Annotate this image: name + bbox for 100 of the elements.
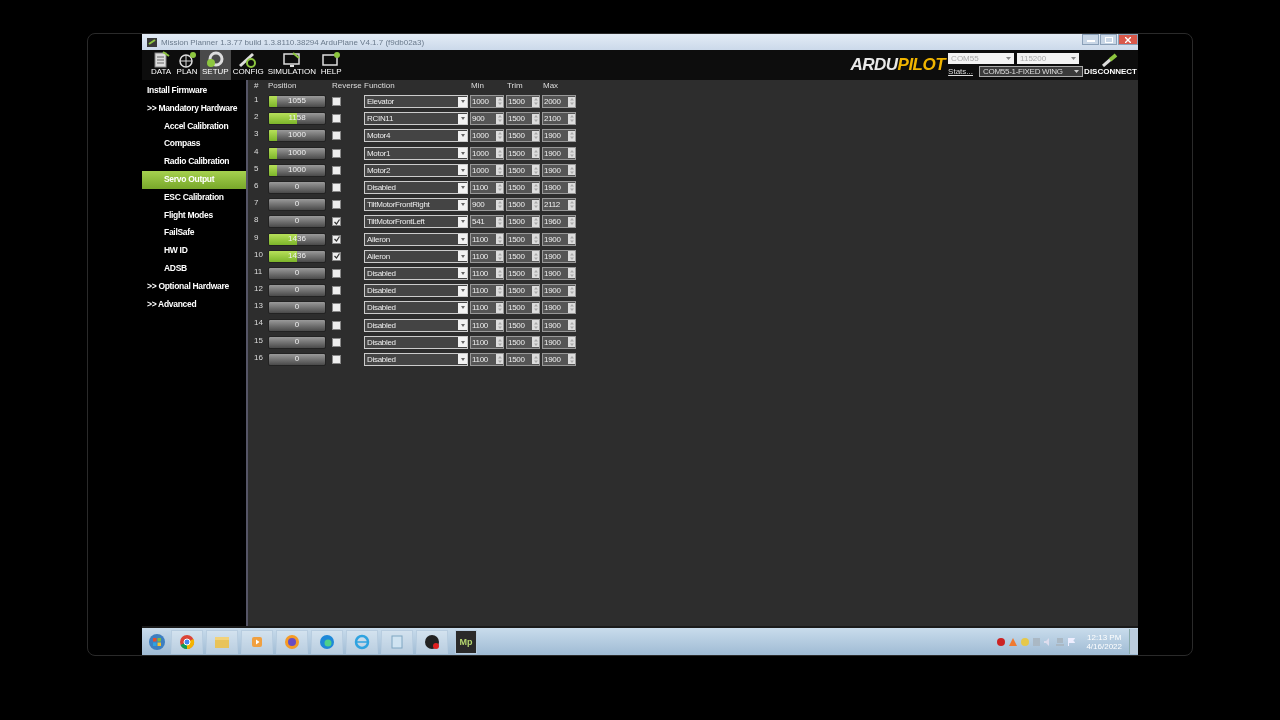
reverse-checkbox[interactable] [332,354,341,364]
reverse-checkbox[interactable] [332,320,341,330]
reverse-checkbox[interactable] [332,268,341,278]
function-dropdown[interactable]: RCIN11 [364,112,468,126]
toolbar-button[interactable]: DATA [148,50,174,80]
taskbar-app-button[interactable] [416,629,448,654]
function-dropdown[interactable]: TiltMotorFrontLeft [364,215,468,229]
max-spinner[interactable]: 2100 [542,112,576,126]
sidebar-item[interactable]: ESC Calibration [142,188,246,207]
min-spinner[interactable]: 1000 [470,163,504,177]
min-spinner[interactable]: 1100 [470,249,504,263]
reverse-checkbox[interactable] [332,337,341,347]
reverse-checkbox[interactable] [332,286,341,296]
min-spinner[interactable]: 1100 [470,352,504,366]
function-dropdown[interactable]: Motor1 [364,146,468,160]
reverse-checkbox[interactable] [332,148,341,158]
toolbar-button[interactable]: SETUP [200,50,231,80]
sidebar-item[interactable]: >> Mandatory Hardware [142,99,246,118]
min-spinner[interactable]: 1100 [470,266,504,280]
max-spinner[interactable]: 1900 [542,352,576,366]
min-spinner[interactable]: 541 [470,215,504,229]
toolbar-button[interactable]: SIMULATION [265,50,319,80]
reverse-checkbox[interactable] [332,234,341,244]
max-spinner[interactable]: 1900 [542,146,576,160]
sidebar-item[interactable]: ADSB [142,259,246,278]
max-spinner[interactable]: 2112 [542,198,576,212]
max-spinner[interactable]: 1900 [542,129,576,143]
min-spinner[interactable]: 1100 [470,232,504,246]
max-spinner[interactable]: 2000 [542,95,576,109]
reverse-checkbox[interactable] [332,97,341,107]
function-dropdown[interactable]: Aileron [364,232,468,246]
trim-spinner[interactable]: 1500 [506,95,540,109]
sidebar-item[interactable]: Radio Calibration [142,153,246,171]
sidebar-item[interactable]: Flight Modes [142,206,246,225]
function-dropdown[interactable]: Disabled [364,181,468,195]
sidebar-item[interactable]: >> Optional Hardware [142,277,246,296]
min-spinner[interactable]: 900 [470,112,504,126]
function-dropdown[interactable]: Disabled [364,284,468,298]
max-spinner[interactable]: 1900 [542,232,576,246]
function-dropdown[interactable]: Disabled [364,266,468,280]
function-dropdown[interactable]: Disabled [364,352,468,366]
reverse-checkbox[interactable] [332,303,341,313]
reverse-checkbox[interactable] [332,200,341,210]
trim-spinner[interactable]: 1500 [506,266,540,280]
function-dropdown[interactable]: Disabled [364,301,468,315]
reverse-checkbox[interactable] [332,114,341,124]
trim-spinner[interactable]: 1500 [506,215,540,229]
max-spinner[interactable]: 1900 [542,284,576,298]
min-spinner[interactable]: 1100 [470,335,504,349]
reverse-checkbox[interactable] [332,183,341,193]
reverse-checkbox[interactable] [332,165,341,175]
trim-spinner[interactable]: 1500 [506,232,540,246]
function-dropdown[interactable]: Disabled [364,335,468,349]
min-spinner[interactable]: 1100 [470,301,504,315]
toolbar-button[interactable]: HELP [318,50,345,80]
toolbar-button[interactable]: PLAN [174,50,200,80]
stats-link[interactable]: Stats... [948,67,977,76]
min-spinner[interactable]: 1000 [470,95,504,109]
function-dropdown[interactable]: Elevator [364,95,468,109]
function-dropdown[interactable]: Disabled [364,318,468,332]
max-spinner[interactable]: 1900 [542,335,576,349]
minimize-button[interactable] [1082,34,1099,45]
sidebar-item[interactable]: FailSafe [142,224,246,243]
function-dropdown[interactable]: Motor4 [364,129,468,143]
taskbar-app-button[interactable]: Mp [455,629,477,654]
max-spinner[interactable]: 1900 [542,249,576,263]
trim-spinner[interactable]: 1500 [506,301,540,315]
max-spinner[interactable]: 1900 [542,181,576,195]
sidebar-item[interactable]: Install Firmware [142,82,246,100]
max-spinner[interactable]: 1960 [542,215,576,229]
trim-spinner[interactable]: 1500 [506,318,540,332]
reverse-checkbox[interactable] [332,131,341,141]
min-spinner[interactable]: 1000 [470,146,504,160]
toolbar-button[interactable]: CONFIG [230,50,266,80]
reverse-checkbox[interactable] [332,217,341,227]
min-spinner[interactable]: 1000 [470,129,504,143]
reverse-checkbox[interactable] [332,251,341,261]
vehicle-dropdown[interactable]: COM55-1-FIXED WING [979,66,1084,77]
trim-spinner[interactable]: 1500 [506,335,540,349]
function-dropdown[interactable]: TiltMotorFrontRight [364,198,468,212]
trim-spinner[interactable]: 1500 [506,163,540,177]
min-spinner[interactable]: 1100 [470,318,504,332]
max-spinner[interactable]: 1900 [542,318,576,332]
min-spinner[interactable]: 1100 [470,181,504,195]
trim-spinner[interactable]: 1500 [506,146,540,160]
trim-spinner[interactable]: 1500 [506,112,540,126]
sidebar-item[interactable]: >> Advanced [142,295,246,314]
maximize-button[interactable] [1100,34,1117,45]
function-dropdown[interactable]: Aileron [364,249,468,263]
trim-spinner[interactable]: 1500 [506,129,540,143]
trim-spinner[interactable]: 1500 [506,181,540,195]
function-dropdown[interactable]: Motor2 [364,163,468,177]
min-spinner[interactable]: 900 [470,198,504,212]
sidebar-item[interactable]: Accel Calibration [142,117,246,136]
trim-spinner[interactable]: 1500 [506,284,540,298]
max-spinner[interactable]: 1900 [542,301,576,315]
disconnect-button[interactable]: DISCONNECT [1083,50,1138,80]
sidebar-item[interactable]: Compass [142,135,246,154]
sidebar-item[interactable]: HW ID [142,242,246,260]
trim-spinner[interactable]: 1500 [506,352,540,366]
